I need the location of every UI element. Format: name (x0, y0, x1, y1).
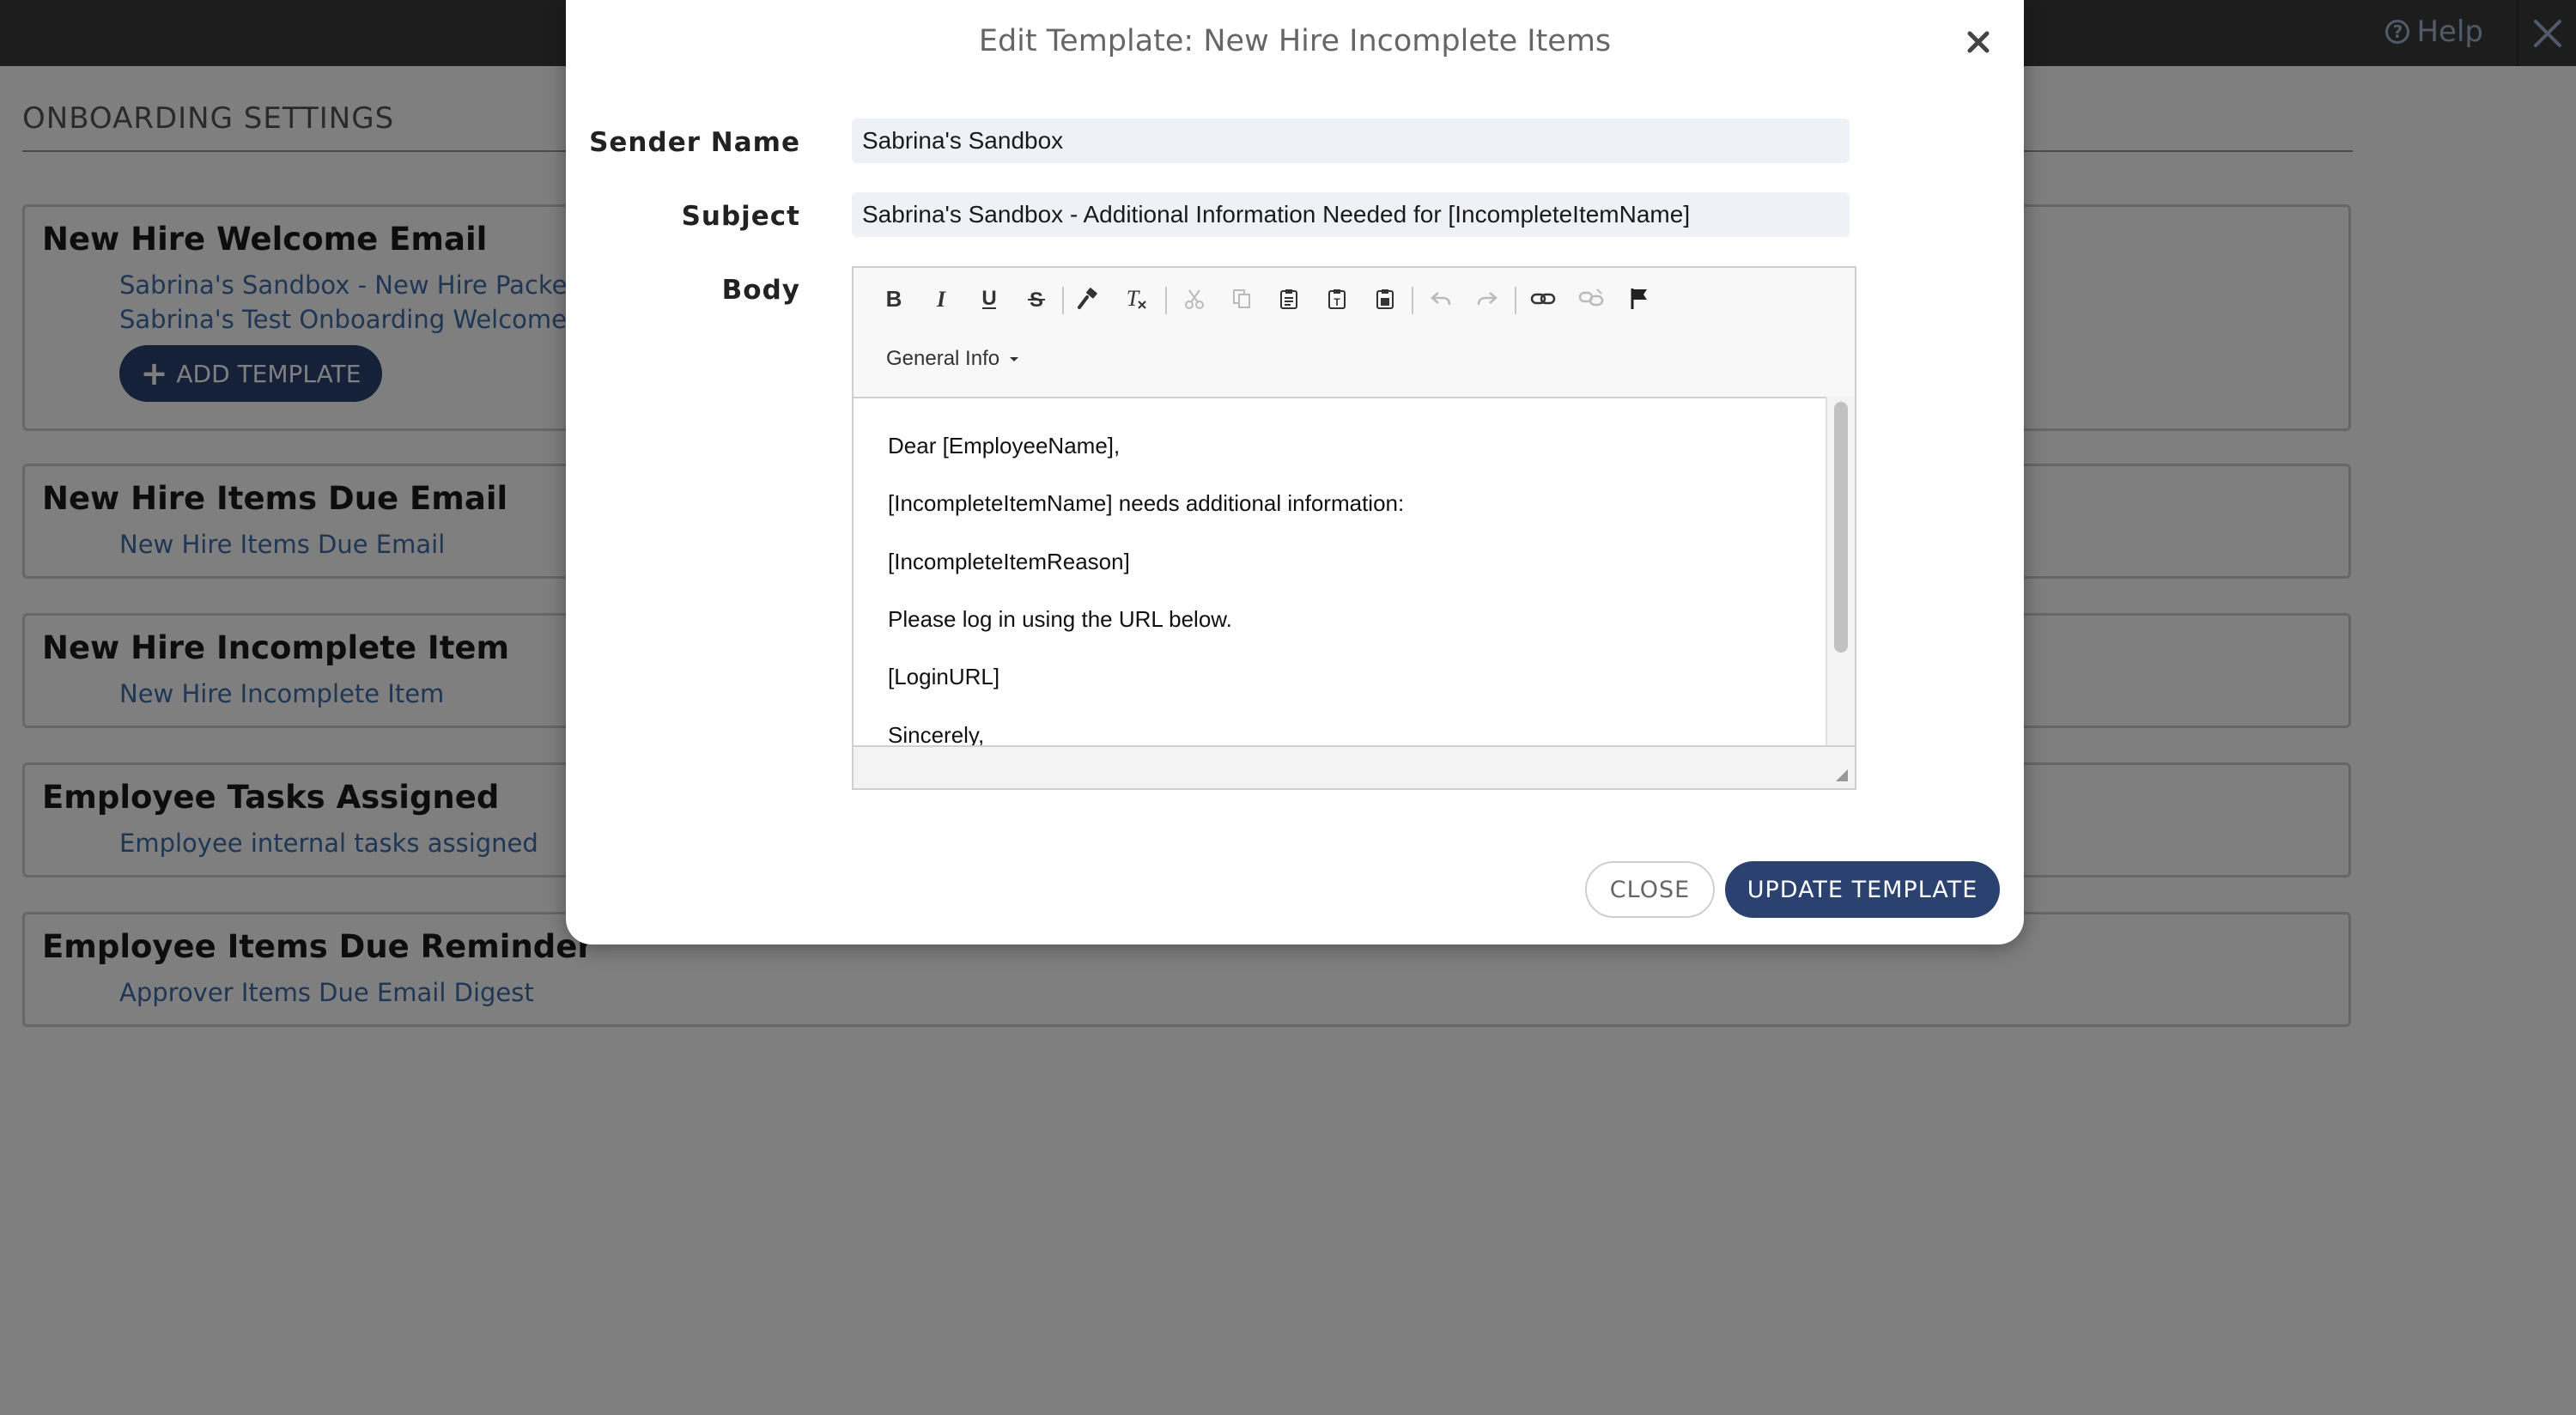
paste-word-icon (1376, 289, 1394, 309)
modal-close-button[interactable] (1959, 22, 1998, 62)
svg-text:U: U (981, 288, 996, 310)
paste-text-button[interactable]: T (1318, 280, 1356, 318)
link-icon (1530, 293, 1556, 305)
cut-icon (1185, 289, 1204, 309)
editor-scrollbar[interactable] (1826, 397, 1855, 745)
toolbar-separator (1515, 287, 1516, 314)
chevron-down-icon (1010, 357, 1019, 361)
body-line: Please log in using the URL below. (888, 606, 1232, 632)
undo-button[interactable] (1422, 280, 1460, 318)
body-line: Dear [EmployeeName], (888, 433, 1121, 459)
undo-icon (1431, 292, 1451, 306)
editor-statusbar (854, 745, 1855, 788)
redo-icon (1477, 292, 1498, 306)
copy-format-button[interactable] (1068, 280, 1106, 318)
strikethrough-icon: S (1028, 288, 1045, 310)
link-button[interactable] (1524, 280, 1562, 318)
sender-name-label: Sender Name (589, 127, 800, 158)
close-icon (1967, 31, 1990, 53)
bold-button[interactable]: B (875, 280, 913, 318)
toolbar-separator (1412, 287, 1413, 314)
subject-input[interactable]: Sabrina's Sandbox - Additional Informati… (852, 192, 1850, 237)
bold-icon: B (886, 288, 902, 310)
toolbar-separator (1062, 287, 1064, 314)
copy-icon (1233, 289, 1250, 308)
underline-button[interactable]: U (970, 280, 1008, 318)
subject-label: Subject (681, 201, 800, 232)
italic-icon: I (936, 288, 946, 310)
svg-text:I: I (936, 288, 946, 310)
unlink-button[interactable] (1572, 280, 1610, 318)
sender-name-input[interactable]: Sabrina's Sandbox (852, 118, 1850, 163)
paste-icon (1280, 289, 1297, 309)
svg-text:T: T (1334, 296, 1340, 308)
copy-format-icon (1078, 288, 1097, 309)
paste-word-button[interactable] (1366, 280, 1404, 318)
edit-template-modal: Edit Template: New Hire Incomplete Items… (566, 0, 2024, 944)
close-button[interactable]: CLOSE (1585, 861, 1715, 918)
resize-grip-icon[interactable] (1834, 768, 1850, 783)
unlink-icon (1578, 288, 1604, 307)
body-editor: B I U S T T General Info Dear [EmployeeN… (852, 266, 1856, 790)
underline-icon: U (981, 288, 996, 310)
body-line: [LoginURL] (888, 664, 1000, 689)
general-info-dropdown[interactable]: General Info (886, 340, 1020, 378)
scrollbar-thumb[interactable] (1834, 402, 1848, 653)
remove-format-button[interactable]: T (1116, 280, 1154, 318)
editor-content[interactable]: Dear [EmployeeName], [IncompleteItemName… (854, 397, 1826, 745)
modal-title: Edit Template: New Hire Incomplete Items (978, 24, 1612, 58)
copy-button[interactable] (1223, 280, 1261, 318)
paste-button[interactable] (1270, 280, 1308, 318)
body-label: Body (721, 275, 800, 306)
strikethrough-button[interactable]: S (1018, 280, 1055, 318)
update-template-button[interactable]: UPDATE TEMPLATE (1725, 861, 2000, 918)
anchor-button[interactable] (1620, 280, 1658, 318)
italic-button[interactable]: I (922, 280, 960, 318)
body-line: [IncompleteItemName] needs additional in… (888, 490, 1405, 516)
anchor-flag-icon (1631, 288, 1647, 309)
remove-format-icon: T (1127, 287, 1146, 311)
toolbar-separator (1165, 287, 1167, 314)
cut-button[interactable] (1176, 280, 1213, 318)
body-line: Sincerely, (888, 722, 985, 745)
svg-text:T: T (1127, 287, 1140, 311)
editor-toolbar: B I U S T T General Info (854, 268, 1855, 398)
body-line: [IncompleteItemReason] (888, 549, 1130, 574)
dropdown-label: General Info (886, 347, 1000, 370)
svg-text:B: B (886, 288, 902, 310)
paste-text-icon: T (1328, 289, 1346, 309)
redo-button[interactable] (1468, 280, 1506, 318)
